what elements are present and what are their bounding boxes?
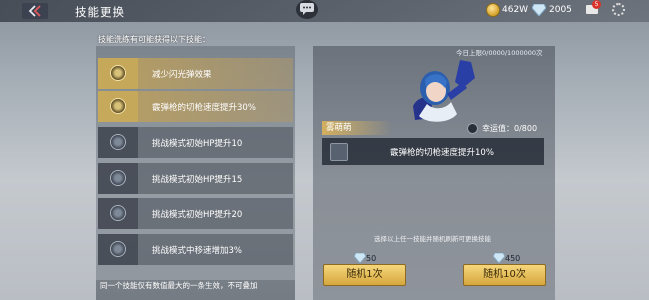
skill-icon [330, 143, 348, 161]
chat-bubble-icon [300, 3, 314, 15]
list-item-label: 霰弹枪的切枪速度提升30% [152, 102, 256, 113]
list-item-label: 减少闪光弹效果 [152, 69, 212, 80]
diamond-amount: 2005 [549, 5, 572, 15]
luck-text: 幸运值：0/800 [482, 124, 538, 133]
gear-icon[interactable] [612, 3, 625, 16]
diamond-icon [493, 253, 505, 263]
skill-icon [110, 98, 126, 114]
skill-pool-list: 减少闪光弹效果 霰弹枪的切枪速度提升30% 挑战模式初始HP提升10 挑战模式初… [96, 46, 295, 300]
random-one-button[interactable]: 随机1次 [323, 264, 406, 286]
chat-button[interactable] [296, 0, 318, 19]
diamond-icon [354, 253, 366, 263]
cost-amount: 50 [366, 253, 377, 263]
list-item[interactable]: 挑战模式初始HP提升20 [98, 198, 293, 229]
skill-icon [110, 205, 126, 221]
list-item[interactable]: 挑战模式中移速增加3% [98, 234, 293, 265]
character-name: 雾萌萌 [322, 121, 392, 135]
skill-icon [110, 134, 126, 150]
list-item-label: 挑战模式初始HP提升10 [152, 138, 243, 149]
gold-counter[interactable]: 462W [486, 3, 528, 17]
luck-value: 幸运值：0/800 [467, 123, 537, 134]
random-ten-button[interactable]: 随机10次 [463, 264, 546, 286]
double-chevron-left-icon [28, 5, 41, 17]
back-button[interactable] [22, 3, 48, 19]
list-item[interactable]: 减少闪光弹效果 [98, 58, 293, 89]
mail-badge: 5 [592, 0, 601, 9]
gold-amount: 462W [502, 5, 529, 15]
list-item-label: 挑战模式中移速增加3% [152, 245, 242, 256]
current-skill-bar: 霰弹枪的切枪速度提升10% [322, 138, 544, 165]
list-item[interactable]: 霰弹枪的切枪速度提升30% [98, 91, 293, 122]
character-portrait [413, 60, 475, 122]
daily-limit: 今日上限0/0000/1000000次 [456, 49, 543, 57]
skill-icon [110, 170, 126, 186]
gold-coin-icon [486, 3, 500, 17]
skill-pool-footer: 同一个技能仅有数值最大的一条生效，不可叠加 [96, 280, 295, 300]
list-item[interactable]: 挑战模式初始HP提升10 [98, 127, 293, 158]
skill-pool-header: 技能洗练有可能获得以下技能： [98, 35, 210, 44]
current-skill-label: 霰弹枪的切枪速度提升10% [390, 148, 494, 158]
refresh-hint: 选择以上任一技能并随机刷新可更换技能 [374, 235, 491, 243]
luck-icon [467, 123, 478, 134]
cost-amount: 450 [505, 253, 521, 263]
random-one-cost: 50 [354, 253, 376, 263]
diamond-counter[interactable]: 2005 [532, 3, 572, 17]
list-item-label: 挑战模式初始HP提升20 [152, 209, 243, 220]
page-title: 技能更换 [75, 5, 125, 19]
diamond-icon [532, 4, 546, 16]
list-item[interactable]: 挑战模式初始HP提升15 [98, 163, 293, 194]
list-item-label: 挑战模式初始HP提升15 [152, 174, 243, 185]
skill-icon [110, 65, 126, 81]
random-ten-cost: 450 [493, 253, 520, 263]
skill-icon [110, 241, 126, 257]
